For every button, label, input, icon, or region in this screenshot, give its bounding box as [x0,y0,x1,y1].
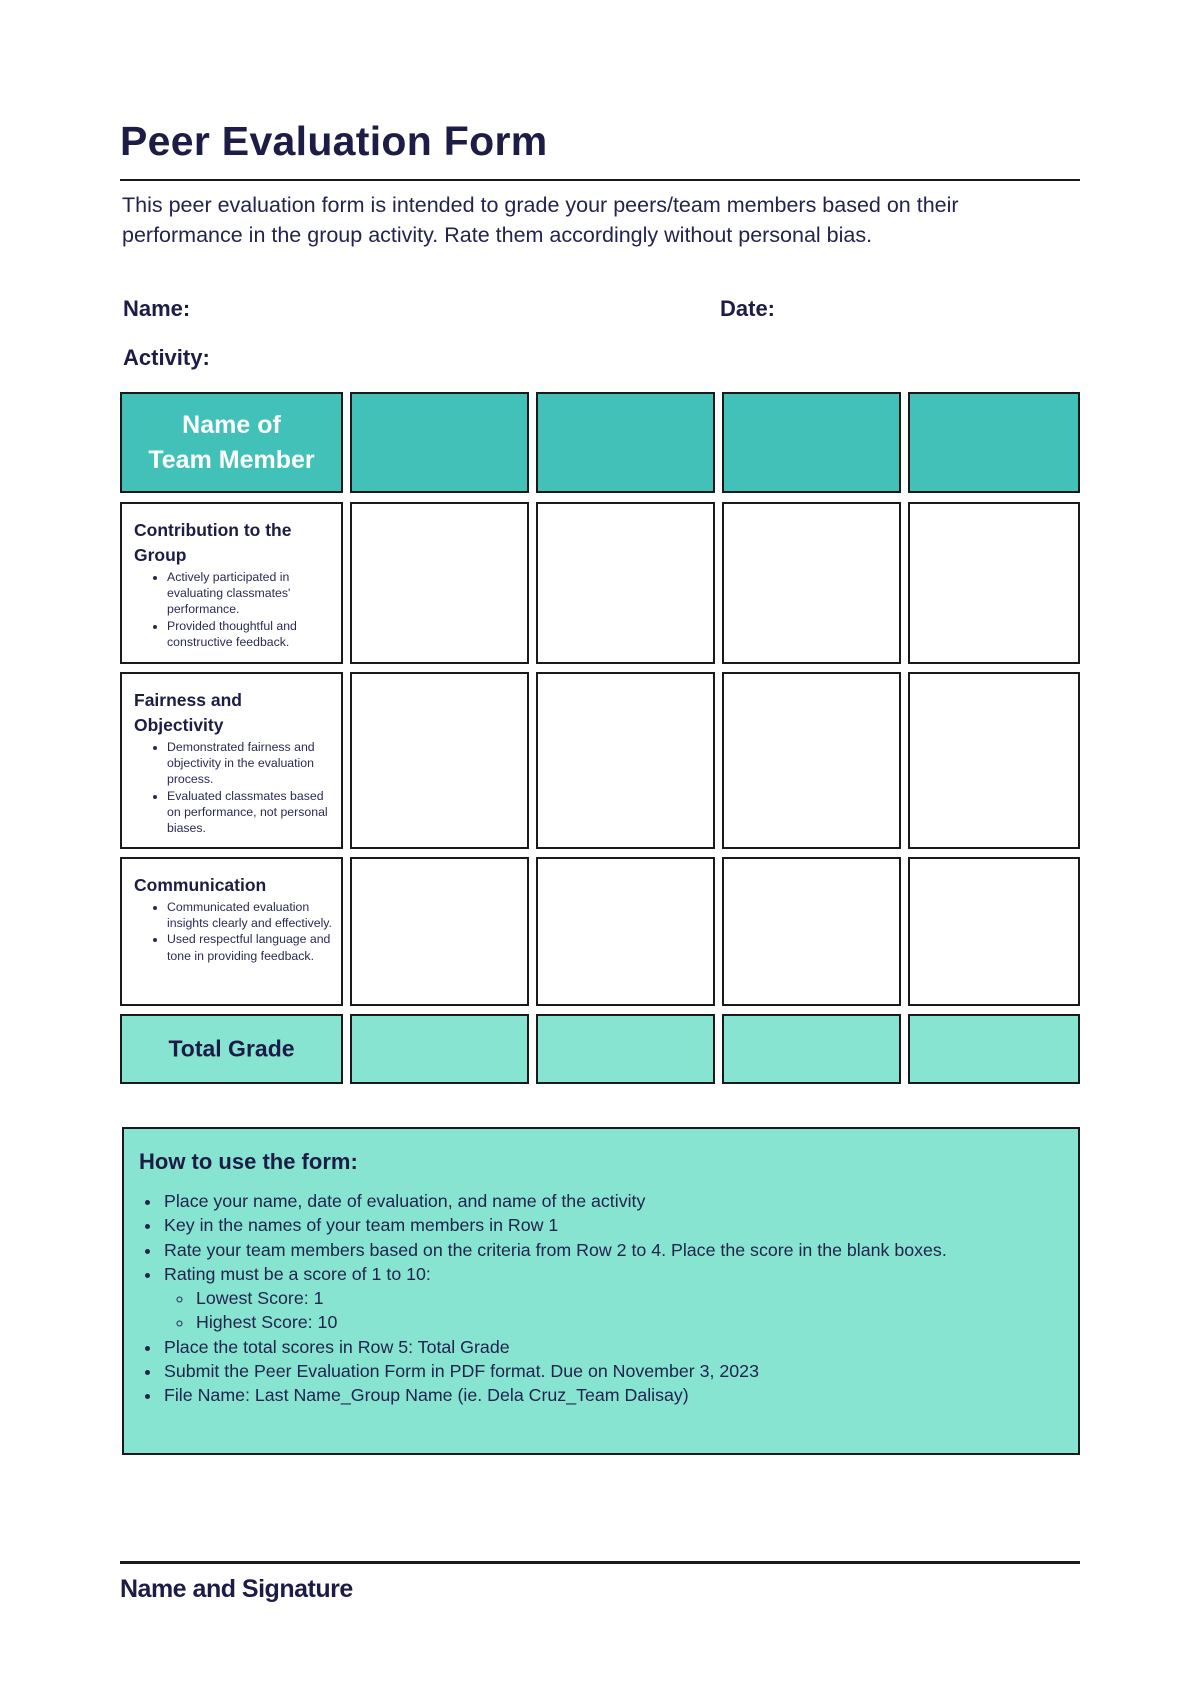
criterion-bullet: Communicated evaluation insights clearly… [167,899,333,931]
score-cell[interactable] [350,502,529,664]
criterion-title: Contribution to the Group [134,520,292,565]
instruction-item: Place your name, date of evaluation, and… [162,1189,1062,1213]
name-field[interactable] [205,290,685,326]
score-cell[interactable] [722,502,901,664]
title-divider [120,179,1080,181]
team-member-name-cell[interactable] [350,392,529,493]
instruction-item: Rate your team members based on the crit… [162,1238,1062,1262]
score-cell[interactable] [536,672,715,849]
criterion-bullets: Actively participated in evaluating clas… [134,569,333,650]
total-grade-label-cell: Total Grade [120,1014,343,1084]
total-grade-cell[interactable] [722,1014,901,1084]
name-field-label: Name: [123,296,191,321]
instruction-item: Key in the names of your team members in… [162,1213,1062,1237]
rating-sub-item: Highest Score: 10 [194,1310,1062,1334]
date-field-label: Date: [720,296,776,321]
score-cell[interactable] [908,857,1080,1006]
instruction-item: Place the total scores in Row 5: Total G… [162,1335,1062,1359]
signature-line[interactable] [120,1561,1080,1564]
score-cell[interactable] [536,502,715,664]
score-cell[interactable] [536,857,715,1006]
rating-sub-list: Lowest Score: 1 Highest Score: 10 [164,1286,1062,1335]
score-cell[interactable] [722,857,901,1006]
team-member-name-cell[interactable] [722,392,901,493]
team-member-name-cell[interactable] [908,392,1080,493]
score-cell[interactable] [722,672,901,849]
instruction-item-rating: Rating must be a score of 1 to 10: Lowes… [162,1262,1062,1335]
criterion-cell-fairness: Fairness and Objectivity Demonstrated fa… [120,672,343,849]
score-cell[interactable] [350,857,529,1006]
instruction-item: File Name: Last Name_Group Name (ie. Del… [162,1383,1062,1407]
instruction-item: Submit the Peer Evaluation Form in PDF f… [162,1359,1062,1383]
team-member-name-cell[interactable] [536,392,715,493]
rating-sub-item: Lowest Score: 1 [194,1286,1062,1310]
score-cell[interactable] [908,672,1080,849]
score-cell[interactable] [350,672,529,849]
criterion-bullet: Used respectful language and tone in pro… [167,931,333,963]
score-cell[interactable] [908,502,1080,664]
header-label-cell: Name of Team Member [120,392,343,493]
instruction-item: Rating must be a score of 1 to 10: [164,1263,431,1284]
instructions-box: How to use the form: Place your name, da… [122,1127,1080,1455]
total-grade-label: Total Grade [168,1035,295,1062]
total-grade-cell[interactable] [908,1014,1080,1084]
page-title: Peer Evaluation Form [120,118,548,164]
criterion-bullet: Provided thoughtful and constructive fee… [167,618,333,650]
activity-field[interactable] [230,339,1080,375]
criterion-bullets: Communicated evaluation insights clearly… [134,899,333,964]
total-grade-cell[interactable] [350,1014,529,1084]
criterion-bullet: Demonstrated fairness and objectivity in… [167,739,333,788]
instructions-list: Place your name, date of evaluation, and… [124,1189,1062,1408]
header-label-line1: Name of [182,410,281,439]
criterion-cell-communication: Communication Communicated evaluation in… [120,857,343,1006]
signature-label: Name and Signature [120,1575,353,1603]
criterion-bullet: Actively participated in evaluating clas… [167,569,333,618]
criterion-cell-contribution: Contribution to the Group Actively parti… [120,502,343,664]
header-label-line2: Team Member [148,445,315,474]
criterion-title: Communication [134,875,267,895]
total-grade-cell[interactable] [536,1014,715,1084]
criterion-bullets: Demonstrated fairness and objectivity in… [134,739,333,836]
criterion-bullet: Evaluated classmates based on performanc… [167,788,333,837]
activity-field-label: Activity: [123,345,210,370]
criterion-title: Fairness and Objectivity [134,690,242,735]
instructions-title: How to use the form: [139,1149,358,1174]
intro-text: This peer evaluation form is intended to… [122,193,959,247]
date-field[interactable] [790,290,1080,326]
